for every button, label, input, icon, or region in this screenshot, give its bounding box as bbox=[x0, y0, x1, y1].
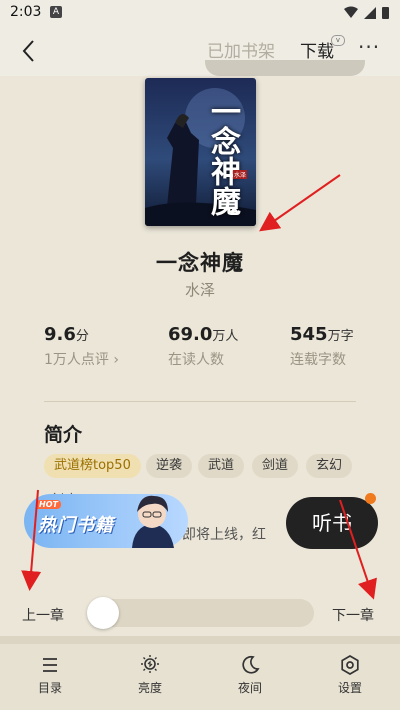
signal-icon bbox=[364, 7, 376, 19]
next-chapter-button[interactable]: 下一章 bbox=[332, 605, 374, 625]
rating-stat[interactable]: 9.6分 1万人点评 › bbox=[44, 324, 119, 369]
wordcount-value: 545 bbox=[290, 324, 328, 345]
listen-notification-dot bbox=[365, 493, 376, 504]
readers-unit: 万人 bbox=[212, 329, 239, 344]
tab-catalog-label: 目录 bbox=[37, 681, 62, 695]
readers-stat: 69.0万人 在读人数 bbox=[168, 324, 238, 369]
cover-title-text: 一念神魔 bbox=[205, 96, 240, 216]
tab-night[interactable]: 夜间 bbox=[210, 654, 290, 696]
notification-a-icon: A bbox=[50, 6, 62, 18]
rating-value: 9.6 bbox=[44, 324, 76, 345]
battery-icon bbox=[382, 7, 389, 19]
tab-settings[interactable]: 设置 bbox=[310, 654, 390, 696]
brightness-icon bbox=[141, 655, 159, 673]
readers-label: 在读人数 bbox=[168, 352, 224, 368]
tag-fantasy[interactable]: 玄幻 bbox=[306, 454, 353, 478]
wordcount-stat: 545万字 连载字数 bbox=[290, 324, 354, 369]
hot-badge: HOT bbox=[36, 500, 61, 509]
tab-catalog[interactable]: 目录 bbox=[10, 654, 90, 696]
hot-books-title: 热门书籍 bbox=[38, 515, 114, 536]
tag-sword[interactable]: 剑道 bbox=[252, 454, 299, 478]
download-button[interactable]: 下载 bbox=[300, 37, 334, 62]
dropdown-tab-shadow bbox=[205, 60, 365, 76]
character-avatar-image bbox=[122, 490, 182, 548]
wordcount-label: 连载字数 bbox=[290, 352, 346, 368]
book-author[interactable]: 水泽 bbox=[0, 279, 400, 300]
tab-night-label: 夜间 bbox=[237, 681, 262, 695]
intro-heading: 简介 bbox=[44, 424, 83, 446]
tag-ranking[interactable]: 武道榜top50 bbox=[44, 454, 141, 478]
prev-chapter-button[interactable]: 上一章 bbox=[22, 605, 64, 625]
tab-settings-label: 设置 bbox=[337, 681, 362, 695]
tab-brightness[interactable]: 亮度 bbox=[110, 654, 190, 696]
download-badge: v bbox=[331, 35, 345, 46]
more-button[interactable]: ··· bbox=[358, 35, 380, 59]
tag-comeback[interactable]: 逆袭 bbox=[146, 454, 193, 478]
book-title: 一念神魔 bbox=[156, 251, 244, 275]
chapter-progress-slider[interactable] bbox=[90, 599, 314, 627]
chevron-left-icon bbox=[22, 40, 34, 62]
moon-icon bbox=[242, 655, 260, 674]
back-button[interactable] bbox=[16, 37, 44, 65]
divider bbox=[44, 401, 356, 402]
status-icons bbox=[342, 5, 390, 24]
cover-author-tag: 水泽 bbox=[233, 170, 248, 179]
listen-button[interactable]: 听书 bbox=[286, 497, 378, 549]
wordcount-unit: 万字 bbox=[327, 329, 354, 344]
wifi-icon bbox=[344, 6, 358, 18]
book-cover[interactable]: 一念神魔 水泽 bbox=[145, 78, 256, 226]
added-to-shelf-label: 已加书架 bbox=[207, 42, 275, 62]
readers-value: 69.0 bbox=[168, 324, 213, 345]
tag-martial[interactable]: 武道 bbox=[198, 454, 245, 478]
rating-label: 1万人点评 › bbox=[44, 352, 119, 368]
slider-thumb[interactable] bbox=[87, 597, 119, 629]
settings-icon bbox=[341, 655, 359, 675]
rating-unit: 分 bbox=[75, 329, 89, 344]
status-time: 2:03 bbox=[10, 4, 42, 20]
tab-brightness-label: 亮度 bbox=[137, 681, 162, 695]
list-icon bbox=[43, 658, 57, 672]
